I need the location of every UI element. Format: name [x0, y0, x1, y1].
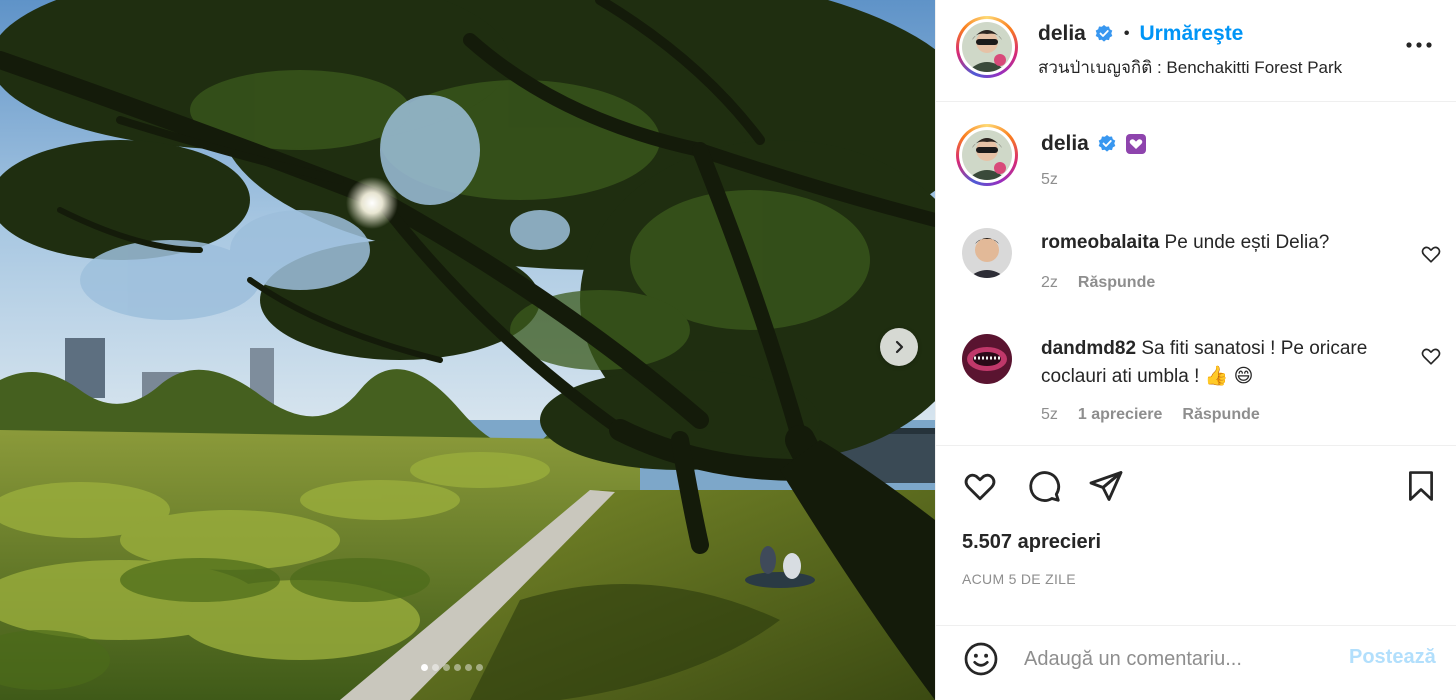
carousel-dot: [476, 664, 483, 671]
carousel-dot: [421, 664, 428, 671]
location-link[interactable]: สวนป่าเบญจกิติ : Benchakitti Forest Park: [1038, 54, 1342, 81]
comment-text: dandmd82 Sa fiti sanatosi ! Pe oricare c…: [1041, 335, 1401, 391]
emoji-button[interactable]: [962, 640, 1000, 678]
carousel-dot: [443, 664, 450, 671]
save-button[interactable]: [1401, 466, 1441, 506]
heart-outline-icon[interactable]: [1420, 345, 1442, 367]
caption-time: 5z: [1041, 171, 1058, 188]
purple-heart-icon: [1125, 134, 1146, 154]
commenter-avatar[interactable]: [962, 228, 1012, 278]
post-date[interactable]: ACUM 5 DE ZILE: [962, 571, 1076, 587]
park-photo: [0, 0, 935, 700]
carousel-dot: [432, 664, 439, 671]
comment-text: romeobalaita Pe unde ești Delia?: [1041, 229, 1401, 257]
carousel-dot: [465, 664, 472, 671]
post-actions: [936, 445, 1456, 525]
verified-badge-icon: [1095, 25, 1113, 42]
verified-badge-icon: [1098, 135, 1116, 152]
story-ring[interactable]: [956, 124, 1018, 186]
comment-content: Pe unde ești Delia?: [1164, 232, 1330, 253]
comment-username[interactable]: dandmd82: [1041, 338, 1136, 359]
carousel-dot: [454, 664, 461, 671]
comment-meta: 5z 1 apreciere Răspunde: [1041, 406, 1260, 424]
comment-button[interactable]: [1024, 466, 1064, 506]
comment-meta: 2z Răspunde: [1041, 274, 1155, 292]
comment-time: 5z: [1041, 406, 1058, 423]
likes-count[interactable]: 5.507 aprecieri: [962, 531, 1101, 554]
like-button[interactable]: [960, 466, 1000, 506]
follow-button[interactable]: Urmăreşte: [1139, 22, 1243, 46]
more-icon: [1406, 42, 1432, 48]
caption-username[interactable]: delia: [1041, 132, 1089, 156]
post-photo[interactable]: [0, 0, 935, 700]
post-header: delia • Urmăreşte สวนป่าเบญจกิติ : Bench…: [936, 0, 1456, 102]
share-button[interactable]: [1086, 466, 1126, 506]
comment-time: 2z: [1041, 274, 1058, 291]
next-photo-button[interactable]: [880, 328, 918, 366]
send-icon: [1089, 471, 1123, 501]
avatar: [962, 22, 1012, 72]
reply-button[interactable]: Răspunde: [1078, 274, 1155, 292]
comment-emojis: 👍 😄: [1204, 366, 1254, 387]
author-username[interactable]: delia: [1038, 22, 1086, 46]
story-ring[interactable]: [956, 16, 1018, 78]
heart-outline-icon[interactable]: [1420, 243, 1442, 265]
bookmark-icon: [1409, 471, 1433, 501]
post-side-panel: delia • Urmăreşte สวนป่าเบญจกิติ : Bench…: [935, 0, 1456, 700]
avatar: [962, 130, 1012, 180]
comment-bubble-icon: [1029, 471, 1061, 502]
add-comment-bar: Postează: [936, 625, 1456, 700]
comment-username[interactable]: romeobalaita: [1041, 232, 1159, 253]
comment-input[interactable]: [1024, 644, 1324, 674]
commenter-avatar[interactable]: [962, 334, 1012, 384]
more-options-button[interactable]: [1404, 30, 1434, 60]
comment-likes-count[interactable]: 1 apreciere: [1078, 406, 1163, 424]
reply-button[interactable]: Răspunde: [1182, 406, 1259, 424]
emoji-icon: [964, 642, 998, 676]
separator-dot: •: [1123, 25, 1130, 42]
chevron-right-icon: [895, 340, 904, 354]
carousel-indicator: [421, 664, 935, 674]
heart-icon: [964, 473, 996, 501]
post-comment-button[interactable]: Postează: [1349, 646, 1436, 669]
